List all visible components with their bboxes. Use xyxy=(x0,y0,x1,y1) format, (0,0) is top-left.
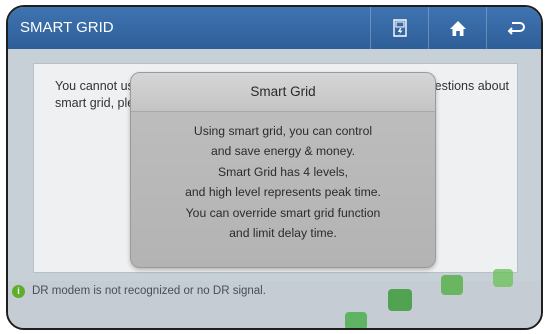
home-icon xyxy=(450,20,466,36)
decoration-block xyxy=(493,269,513,287)
dialog-line: You can override smart grid function xyxy=(185,205,381,220)
title-bar: SMART GRID xyxy=(8,7,541,49)
background-message-line1-end: estions about xyxy=(434,79,509,93)
energy-meter-button[interactable] xyxy=(370,7,429,49)
decoration-block xyxy=(388,289,412,311)
decoration-block xyxy=(441,275,463,295)
dialog-body: Using smart grid, you can control and sa… xyxy=(131,121,435,243)
decoration-block xyxy=(345,312,367,328)
dialog-title: Smart Grid xyxy=(131,73,435,112)
background-message-line2: smart grid, ple xyxy=(55,96,135,110)
background-message-line1: You cannot us xyxy=(55,79,134,93)
page-title: SMART GRID xyxy=(20,19,114,36)
dialog-line: Using smart grid, you can control xyxy=(193,124,373,138)
dialog-line: and save energy & money. xyxy=(210,144,356,159)
home-button[interactable] xyxy=(428,7,487,49)
back-icon xyxy=(507,22,525,35)
dialog-line: Smart Grid has 4 levels, xyxy=(217,164,349,179)
energy-meter-icon xyxy=(393,19,407,37)
status-message: DR modem is not recognized or no DR sign… xyxy=(32,285,266,297)
info-icon: i xyxy=(12,285,25,298)
dialog-line: and high level represents peak time. xyxy=(185,185,381,200)
smart-grid-dialog[interactable]: Smart Grid Using smart grid, you can con… xyxy=(130,72,436,268)
dialog-line: and limit delay time. xyxy=(229,226,337,241)
device-screen: SMART GRID You cannot us estions about s… xyxy=(6,5,543,330)
back-button[interactable] xyxy=(486,7,541,49)
